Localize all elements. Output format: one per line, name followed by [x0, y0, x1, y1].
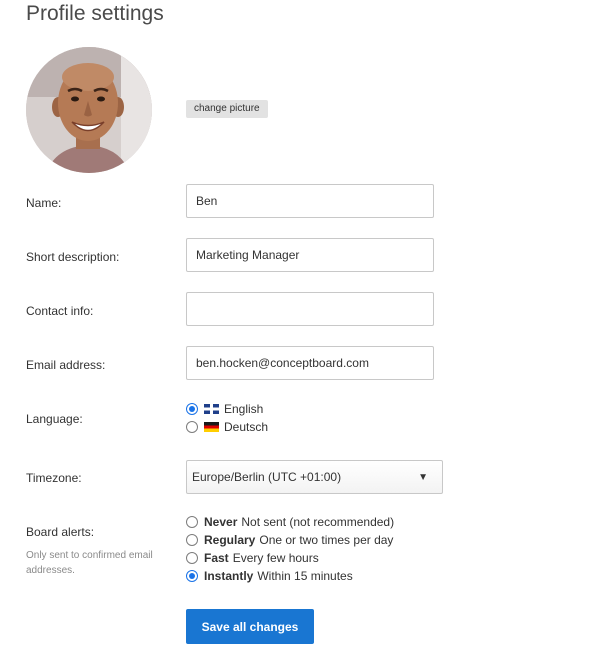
timezone-selected-value: Europe/Berlin (UTC +01:00) [192, 470, 342, 484]
board-alert-option-description: One or two times per day [259, 533, 394, 547]
board-alert-radio-regulary[interactable] [186, 534, 198, 546]
email-input[interactable] [186, 346, 434, 380]
avatar [26, 47, 152, 173]
board-alert-option-regulary[interactable]: Regulary One or two times per day [186, 532, 393, 548]
language-label: Language: [26, 412, 83, 426]
language-option-deutsch[interactable]: Deutsch [186, 419, 268, 435]
language-radio-deutsch[interactable] [186, 421, 198, 433]
board-alerts-label: Board alerts: [26, 525, 95, 539]
board-alerts-note: Only sent to confirmed email addresses. [26, 550, 153, 576]
german-flag-icon [204, 422, 219, 432]
board-alert-radio-fast[interactable] [186, 552, 198, 564]
timezone-label: Timezone: [26, 471, 82, 485]
chevron-down-icon: ▼ [418, 471, 428, 483]
avatar-photo [26, 47, 152, 173]
board-alert-option-title: Regulary [204, 533, 256, 547]
short-description-input[interactable] [186, 238, 434, 272]
board-alert-option-instantly[interactable]: Instantly Within 15 minutes [186, 568, 353, 584]
board-alert-option-description: Within 15 minutes [257, 569, 353, 583]
board-alert-option-title: Instantly [204, 569, 254, 583]
timezone-select[interactable]: Europe/Berlin (UTC +01:00) ▼ [186, 460, 443, 494]
board-alert-option-never[interactable]: Never Not sent (not recommended) [186, 514, 394, 530]
language-option-label: Deutsch [224, 420, 269, 434]
short-description-label: Short description: [26, 250, 120, 264]
name-input[interactable] [186, 184, 434, 218]
save-all-changes-button[interactable]: Save all changes [186, 609, 314, 644]
change-picture-button[interactable]: change picture [186, 100, 268, 118]
board-alert-option-fast[interactable]: Fast Every few hours [186, 550, 319, 566]
contact-info-input[interactable] [186, 292, 434, 326]
language-option-english[interactable]: English [186, 401, 263, 417]
board-alert-option-description: Every few hours [232, 551, 319, 565]
page-title: Profile settings [26, 2, 164, 25]
board-alert-option-description: Not sent (not recommended) [241, 515, 395, 529]
language-radio-english[interactable] [186, 403, 198, 415]
contact-info-label: Contact info: [26, 304, 94, 318]
board-alert-radio-instantly[interactable] [186, 570, 198, 582]
board-alert-option-title: Fast [204, 551, 229, 565]
language-option-label: English [224, 402, 264, 416]
board-alert-option-title: Never [204, 515, 238, 529]
board-alert-radio-never[interactable] [186, 516, 198, 528]
uk-flag-icon [204, 404, 219, 414]
name-label: Name: [26, 196, 62, 210]
email-label: Email address: [26, 358, 106, 372]
